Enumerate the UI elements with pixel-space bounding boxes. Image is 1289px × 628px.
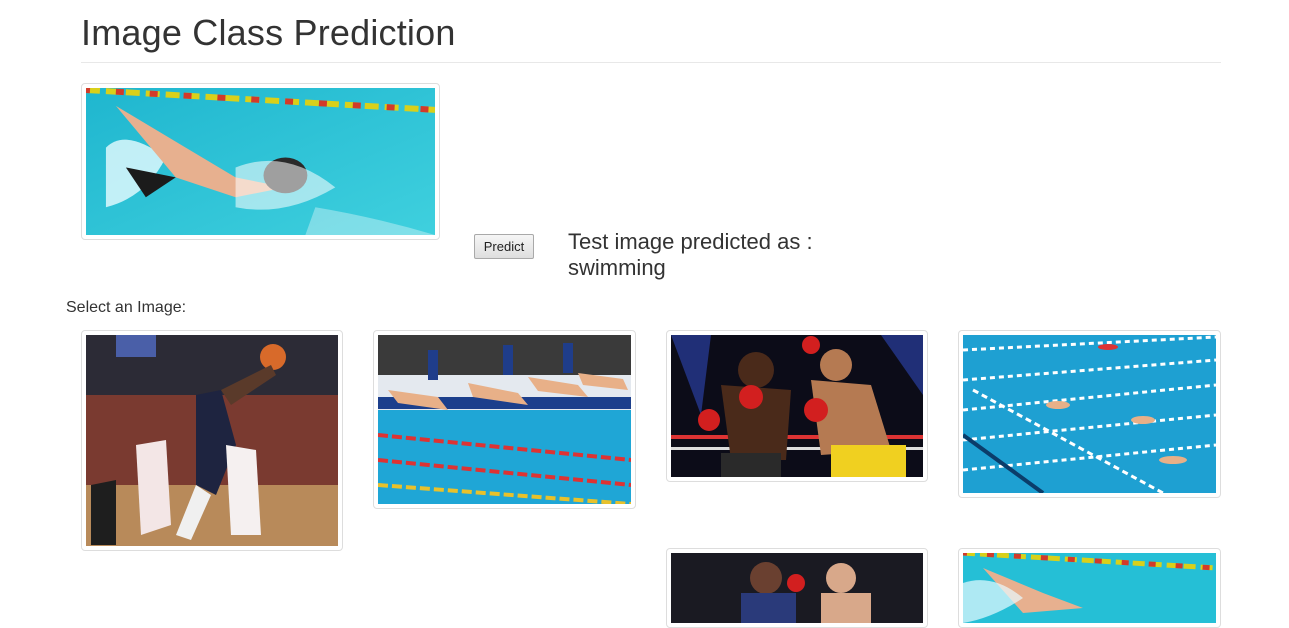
boxing-photo-2 (671, 553, 923, 623)
predict-button[interactable]: Predict (474, 234, 534, 259)
gallery-image-boxing[interactable] (666, 330, 928, 482)
swimmer-photo (86, 88, 435, 235)
swim-race-start-photo (378, 335, 631, 504)
boxing-photo (671, 335, 923, 477)
prediction-result: Test image predicted as : swimming (568, 229, 888, 281)
gallery-image-swimming-pool[interactable] (958, 330, 1221, 498)
gallery-image-boxing-2[interactable] (666, 548, 928, 628)
prediction-value: swimming (568, 255, 666, 280)
gallery-image-basketball[interactable] (81, 330, 343, 551)
title-divider (81, 62, 1221, 63)
prediction-prefix: Test image predicted as : (568, 229, 813, 254)
swimmer-photo (963, 553, 1216, 623)
select-image-label: Select an Image: (66, 299, 187, 316)
basketball-photo (86, 335, 338, 546)
page-title: Image Class Prediction (81, 12, 456, 53)
gallery-image-swimmer[interactable] (958, 548, 1221, 628)
test-image (81, 83, 440, 240)
gallery-image-swim-start[interactable] (373, 330, 636, 509)
swimming-pool-photo (963, 335, 1216, 493)
